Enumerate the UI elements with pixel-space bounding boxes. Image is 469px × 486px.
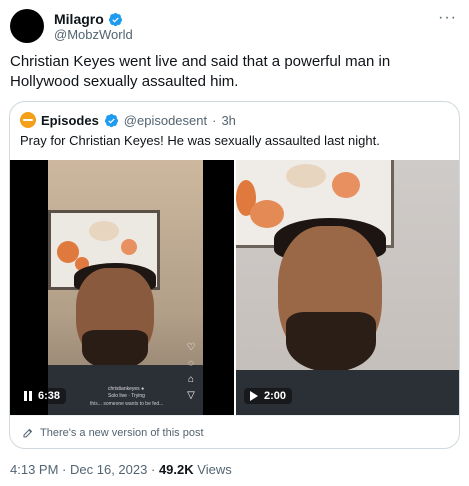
quote-header: Episodes @episodesent · 3h (20, 112, 236, 128)
pencil-icon (23, 428, 33, 438)
tweet-header: Milagro @MobzWorld ··· (10, 9, 459, 43)
edited-notice[interactable]: There's a new version of this post (10, 415, 459, 448)
tweet-text: Christian Keyes went live and said that … (10, 53, 391, 90)
author-display-name[interactable]: Milagro (54, 11, 104, 27)
more-options-icon[interactable]: ··· (438, 9, 457, 27)
video-2-duration: 2:00 (264, 390, 287, 402)
quote-handle[interactable]: @episodesent (124, 113, 207, 128)
quote-media: ♡ ◌ ⌂ ▽ christiankeyes ● Solo live · Trying… (10, 160, 459, 415)
beard-1 (82, 330, 148, 370)
live-overlay-caption: christiankeyes ● Solo live · Trying (108, 386, 145, 400)
verified-badge-icon (108, 12, 122, 26)
video-1-frame: ♡ ◌ ⌂ ▽ christiankeyes ● Solo live · Trying… (48, 160, 203, 415)
quote-avatar[interactable] (20, 112, 36, 128)
post-date[interactable]: Dec 16, 2023 (70, 462, 147, 477)
video-1-duration-badge[interactable]: 6:38 (18, 388, 67, 404)
meta-separator-2: · (150, 462, 156, 477)
overlay-line-1: christiankeyes ● (108, 386, 145, 392)
author-handle[interactable]: @MobzWorld (54, 27, 133, 42)
author-name-row: Milagro (54, 11, 123, 27)
views-label: Views (197, 462, 232, 477)
edited-notice-text: There's a new version of this post (40, 427, 204, 439)
author-avatar[interactable] (10, 9, 44, 43)
video-player-1[interactable]: ♡ ◌ ⌂ ▽ christiankeyes ● Solo live · Trying… (10, 160, 234, 415)
quote-text: Pray for Christian Keyes! He was sexuall… (20, 133, 380, 148)
pause-icon[interactable] (24, 391, 32, 401)
overlay-line-3: this... someone wants to be fed... (90, 401, 164, 407)
overlay-line-2: Solo live · Trying (108, 393, 145, 399)
views-count: 49.2K (158, 462, 194, 477)
meta-separator: · (62, 462, 67, 477)
video-player-2[interactable]: 2:00 (236, 160, 459, 415)
quote-time[interactable]: 3h (221, 113, 235, 128)
video-1-duration: 6:38 (38, 390, 61, 402)
live-side-icons: ♡ ◌ ⌂ ▽ (186, 342, 196, 401)
quote-verified-badge-icon (104, 113, 118, 127)
post-time[interactable]: 4:13 PM (10, 462, 58, 477)
quoted-tweet[interactable]: Episodes @episodesent · 3h Pray for Chri… (9, 101, 460, 449)
tweet-meta: 4:13 PM · Dec 16, 2023 · 49.2K Views (10, 462, 232, 477)
video-2-duration-badge[interactable]: 2:00 (244, 388, 293, 404)
quote-separator: · (212, 112, 217, 128)
video-2-frame (236, 160, 459, 415)
quote-display-name[interactable]: Episodes (41, 113, 99, 128)
play-icon[interactable] (250, 391, 258, 401)
beard-2 (286, 312, 376, 372)
